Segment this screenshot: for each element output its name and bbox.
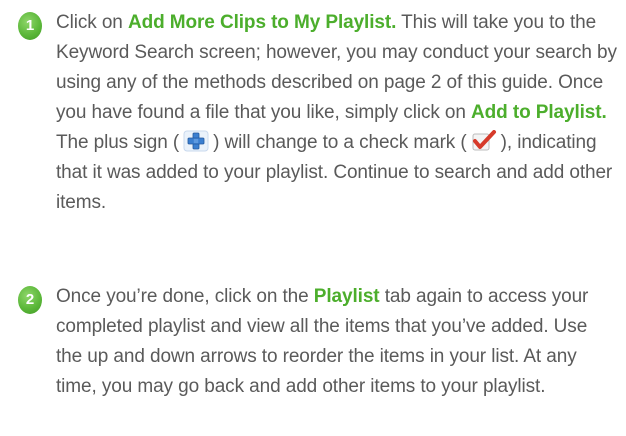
step-1-text-c: The plus sign ( — [56, 132, 180, 153]
add-to-playlist-link-text: Add to Playlist. — [471, 102, 607, 123]
step-1: 1 Click on Add More Clips to My Playlist… — [18, 8, 618, 218]
step-1-text-a: Click on — [56, 12, 128, 33]
step-1-text-d: ) will change to a check mark ( — [213, 132, 467, 153]
step-2-text-a: Once you’re done, click on the — [56, 286, 314, 307]
step-number-badge: 2 — [18, 286, 42, 314]
plus-sign-icon — [183, 130, 209, 152]
playlist-tab-text: Playlist — [313, 286, 380, 307]
step-number-badge: 1 — [18, 12, 42, 40]
add-more-clips-link-text: Add More Clips to My Playlist. — [127, 12, 397, 33]
step-2-paragraph: Once you’re done, click on the Playlist … — [18, 282, 618, 402]
step-1-paragraph: Click on Add More Clips to My Playlist. … — [18, 8, 618, 218]
step-2: 2 Once you’re done, click on the Playlis… — [18, 282, 618, 402]
check-mark-icon — [472, 130, 496, 151]
